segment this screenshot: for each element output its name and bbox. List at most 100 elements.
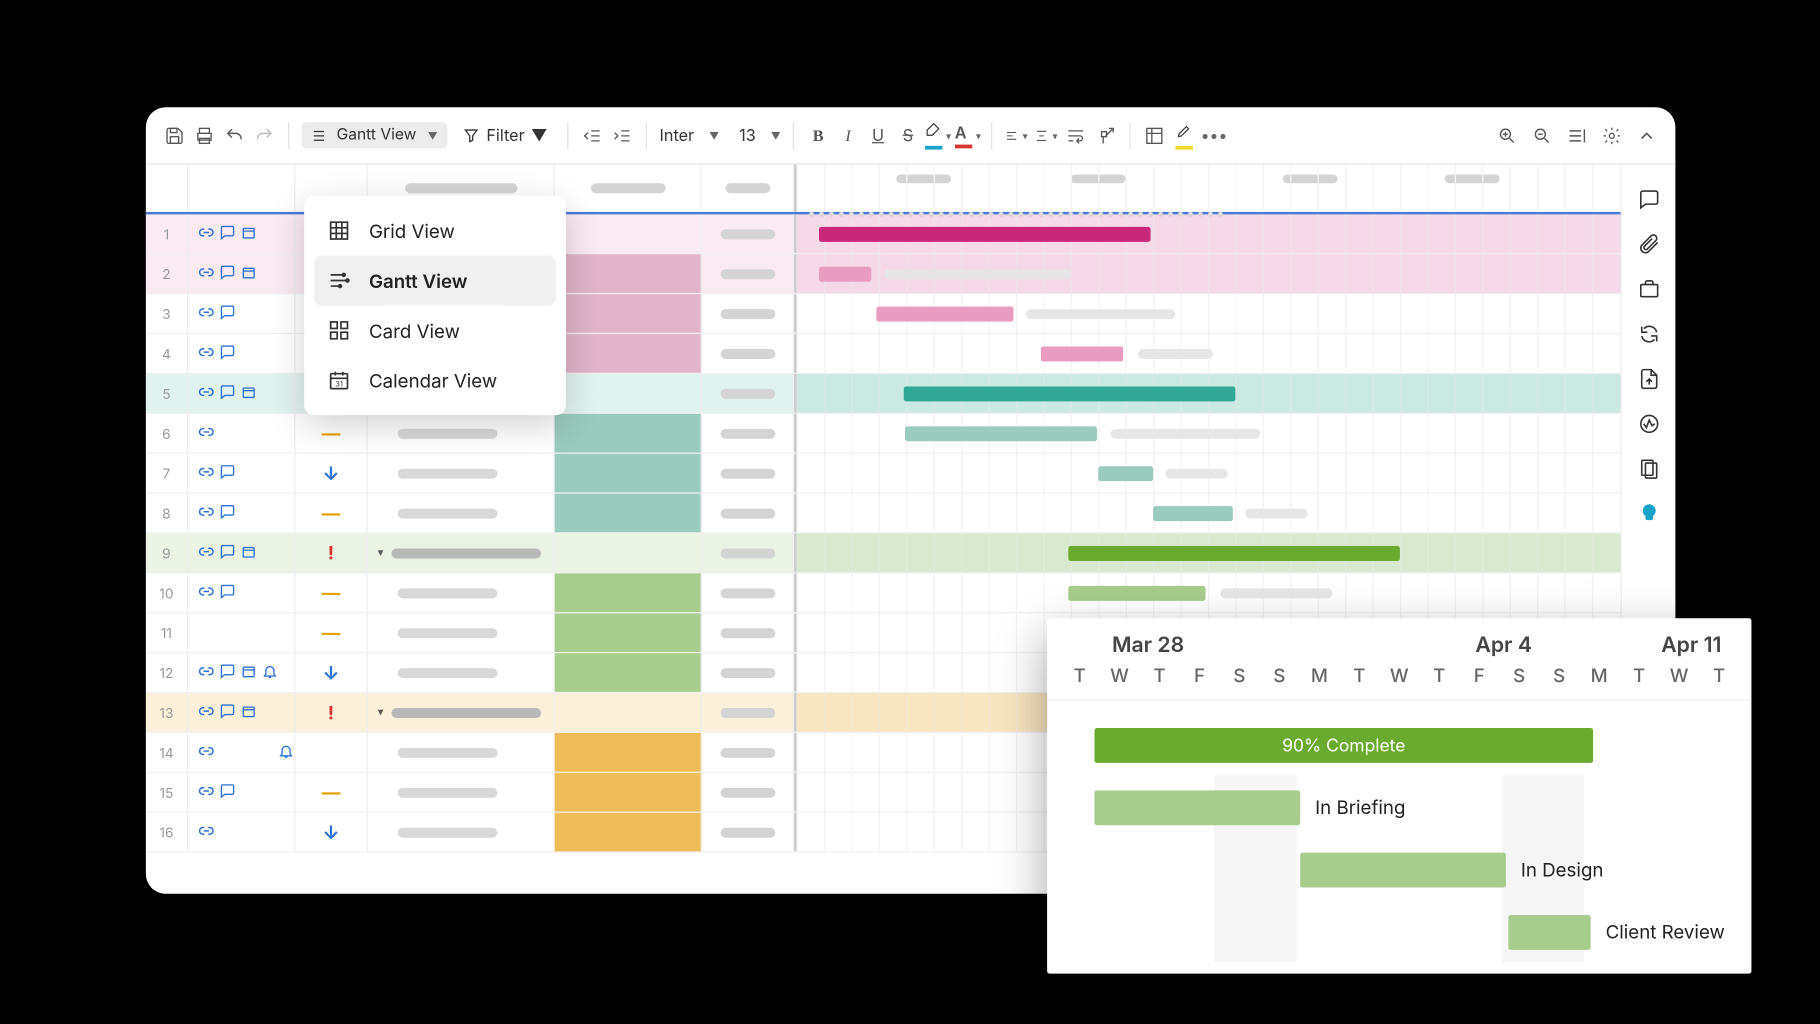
chat-icon[interactable] [219,503,235,523]
gantt-bar[interactable] [1041,347,1123,362]
lightbulb-icon[interactable] [1636,501,1661,526]
extra-cell[interactable] [702,254,794,293]
extra-cell[interactable] [702,454,794,493]
upload-file-icon[interactable] [1636,366,1661,391]
task-name-cell[interactable] [368,813,555,852]
status-cell[interactable] [555,454,702,493]
link-icon[interactable] [198,782,214,802]
status-cell[interactable] [555,693,702,732]
status-cell[interactable] [555,573,702,612]
fill-color-icon[interactable] [927,124,949,146]
status-cell[interactable] [555,414,702,453]
bell-icon[interactable] [262,663,278,683]
text-color-icon[interactable]: A [957,124,979,146]
priority-cell[interactable]: ! [295,693,367,732]
collapse-icon[interactable] [1636,124,1658,146]
box-icon[interactable] [241,702,257,722]
sync-icon[interactable] [1636,322,1661,347]
link-icon[interactable] [198,224,214,244]
extra-cell[interactable] [702,334,794,373]
reminder-icon[interactable] [278,742,294,762]
extra-cell[interactable] [702,573,794,612]
extra-cell[interactable] [702,773,794,812]
gantt-bar[interactable] [876,307,1013,322]
link-icon[interactable] [198,543,214,563]
table-row[interactable]: 9!▾ [146,534,1621,574]
priority-cell[interactable]: ! [295,534,367,573]
chat-icon[interactable] [219,224,235,244]
status-cell[interactable] [555,334,702,373]
gantt-bar[interactable] [1153,506,1233,521]
box-icon[interactable] [241,663,257,683]
status-cell[interactable] [555,813,702,852]
chat-icon[interactable] [219,383,235,403]
more-icon[interactable]: ••• [1203,124,1225,146]
zoom-out-icon[interactable] [1531,124,1553,146]
extra-cell[interactable] [702,534,794,573]
priority-cell[interactable]: — [295,613,367,652]
link-icon[interactable] [198,822,214,842]
zoom-gantt-bar[interactable]: 90% Complete [1094,728,1593,763]
link-icon[interactable] [198,304,214,324]
chat-icon[interactable] [219,583,235,603]
chat-icon[interactable] [219,663,235,683]
filter-button[interactable]: Filter ▼ [455,122,555,149]
gantt-bar[interactable] [905,426,1097,441]
gantt-bar[interactable] [1098,466,1153,481]
chat-icon[interactable] [219,343,235,363]
link-icon[interactable] [198,583,214,603]
settings-icon[interactable] [1601,124,1623,146]
attachments-icon[interactable] [1636,232,1661,257]
table-row[interactable]: 7↓ [146,454,1621,494]
zoom-gantt-bar[interactable] [1300,853,1506,888]
extra-cell[interactable] [702,494,794,533]
extra-cell[interactable] [702,693,794,732]
task-name-cell[interactable] [368,613,555,652]
valign-icon[interactable] [1035,124,1057,146]
bold-icon[interactable]: B [807,124,829,146]
gantt-row[interactable] [794,494,1620,533]
table-row[interactable]: 8— [146,494,1621,534]
task-name-cell[interactable] [368,454,555,493]
zoom-gantt-bar[interactable] [1094,790,1300,825]
task-name-cell[interactable]: ▾ [368,693,555,732]
outdent-icon[interactable] [581,124,603,146]
highlight-icon[interactable] [1173,124,1195,146]
extra-cell[interactable] [702,294,794,333]
box-icon[interactable] [241,543,257,563]
format-paint-icon[interactable] [1095,124,1117,146]
priority-cell[interactable]: ↓ [295,454,367,493]
status-cell[interactable] [555,534,702,573]
gantt-bar[interactable] [1068,546,1400,561]
task-name-cell[interactable] [368,653,555,692]
priority-cell[interactable]: — [295,414,367,453]
align-icon[interactable] [1005,124,1027,146]
status-cell[interactable] [555,214,702,253]
status-cell[interactable] [555,613,702,652]
extra-cell[interactable] [702,733,794,772]
redo-icon[interactable] [253,124,275,146]
comments-icon[interactable] [1636,187,1661,212]
status-cell[interactable] [555,374,702,413]
priority-cell[interactable] [295,733,367,772]
priority-cell[interactable]: — [295,573,367,612]
link-icon[interactable] [198,264,214,284]
gantt-row[interactable] [794,454,1620,493]
zoom-in-icon[interactable] [1496,124,1518,146]
strikethrough-icon[interactable]: S [897,124,919,146]
italic-icon[interactable]: I [837,124,859,146]
task-name-cell[interactable] [368,414,555,453]
gantt-bar[interactable] [819,267,871,282]
task-name-cell[interactable] [368,773,555,812]
status-cell[interactable] [555,494,702,533]
view-selector-button[interactable]: Gantt View ▼ [302,122,448,148]
link-icon[interactable] [198,383,214,403]
extra-cell[interactable] [702,613,794,652]
table-row[interactable]: 10— [146,573,1621,613]
view-option-grid-view[interactable]: Grid View [314,206,556,256]
link-icon[interactable] [198,423,214,443]
link-icon[interactable] [198,702,214,722]
conditional-format-icon[interactable] [1144,124,1166,146]
gantt-row[interactable] [794,374,1620,413]
timeline-icon[interactable] [1566,124,1588,146]
